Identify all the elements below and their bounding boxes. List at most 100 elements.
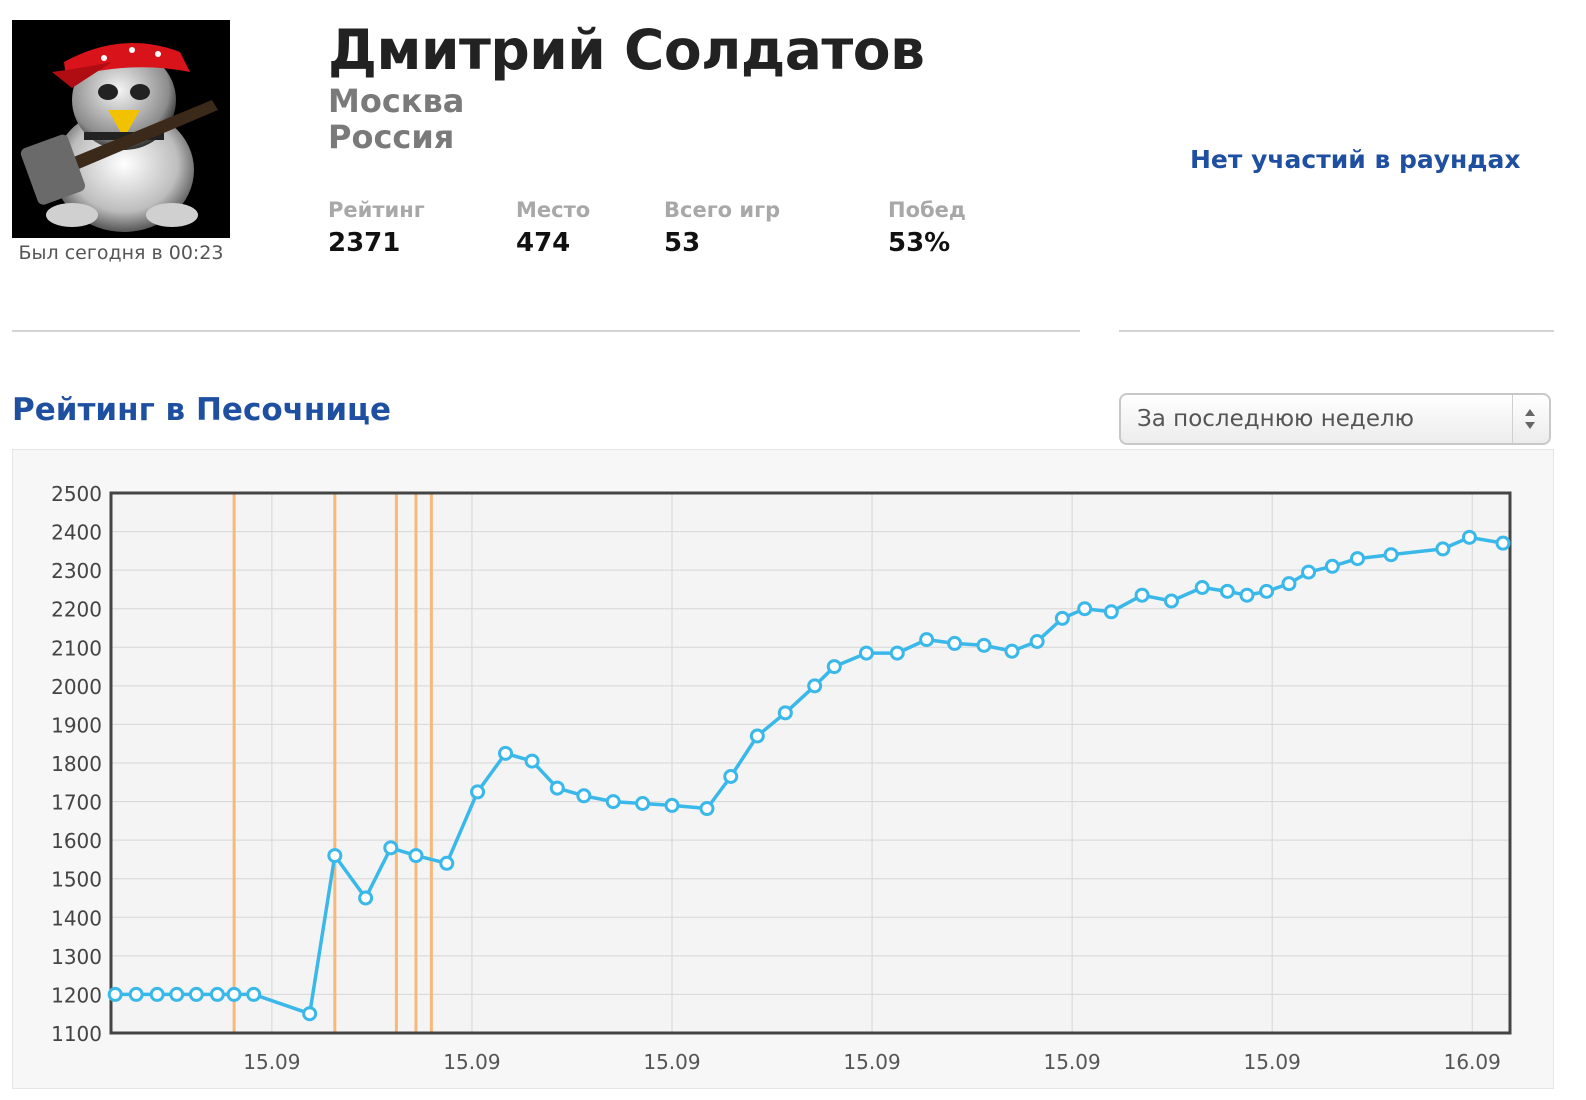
stat-value: 53%	[888, 228, 951, 258]
stat-value: 53	[664, 228, 701, 258]
data-point	[1004, 643, 1020, 659]
data-point	[408, 848, 424, 864]
data-point	[1077, 601, 1093, 617]
stat-value: 474	[516, 228, 571, 258]
x-tick-label: 15.09	[643, 1050, 700, 1074]
x-tick-label: 15.09	[843, 1050, 900, 1074]
select-arrows-icon	[1512, 395, 1549, 443]
data-point	[976, 637, 992, 653]
data-point	[128, 986, 144, 1002]
data-point	[149, 986, 165, 1002]
y-tick-label: 1500	[51, 868, 102, 892]
x-tick-label: 15.09	[443, 1050, 500, 1074]
data-point	[919, 632, 935, 648]
rating-chart: 1100 1200 1300 1400 1500 1600 1700 1800 1900 2000…	[51, 482, 1512, 1074]
avatar[interactable]	[12, 20, 230, 238]
data-point	[605, 794, 621, 810]
chart-panel: 1100 1200 1300 1400 1500 1600 1700 1800 1900 2000…	[12, 449, 1554, 1089]
data-point	[576, 788, 592, 804]
divider-left	[12, 330, 1080, 332]
stat-label: Место	[516, 198, 591, 222]
data-point	[1163, 593, 1179, 609]
data-point	[358, 890, 374, 906]
data-point	[723, 769, 739, 784]
data-point	[1194, 580, 1210, 595]
data-point	[169, 986, 185, 1002]
data-point	[858, 645, 874, 661]
x-tick-label: 15.09	[243, 1050, 300, 1074]
data-point	[699, 801, 715, 817]
period-select[interactable]: За последнюю неделю	[1119, 393, 1551, 445]
y-tick-label: 2400	[51, 521, 102, 545]
y-tick-label: 2500	[51, 482, 102, 506]
data-point	[1054, 610, 1070, 626]
x-tick-label: 15.09	[1043, 1050, 1100, 1074]
data-point	[1103, 604, 1119, 620]
stat-total-games: Всего игр 53	[664, 198, 780, 258]
y-tick-label: 1100	[51, 1022, 102, 1046]
data-point	[107, 986, 123, 1002]
data-point	[1301, 564, 1317, 580]
data-point	[498, 745, 514, 761]
y-tick-label: 1700	[51, 791, 102, 815]
user-name: Дмитрий Солдатов	[328, 18, 925, 82]
y-tick-label: 1800	[51, 752, 102, 776]
data-point	[226, 986, 242, 1002]
data-point	[889, 645, 905, 661]
stat-place: Место 474	[516, 198, 590, 258]
y-tick-label: 1600	[51, 829, 102, 853]
data-point	[549, 780, 565, 796]
y-tick-label: 2200	[51, 598, 102, 622]
stat-value: 2371	[328, 228, 401, 258]
x-tick-label: 15.09	[1244, 1050, 1301, 1074]
data-point	[664, 797, 680, 813]
y-tick-label: 2100	[51, 636, 102, 660]
chart-section-title: Рейтинг в Песочнице	[12, 392, 392, 428]
data-point	[1324, 558, 1340, 574]
data-point	[1383, 547, 1399, 563]
data-point	[947, 635, 963, 651]
data-point	[777, 705, 793, 721]
data-point	[246, 986, 262, 1002]
data-point	[1239, 587, 1255, 603]
data-point	[1350, 551, 1366, 567]
y-tick-label: 2000	[51, 675, 102, 699]
stat-wins: Побед 53%	[888, 198, 966, 258]
data-point	[524, 753, 540, 769]
y-tick-label: 1400	[51, 906, 102, 930]
data-point	[807, 678, 823, 694]
data-point	[635, 796, 651, 811]
y-tick-label: 1300	[51, 945, 102, 969]
data-point	[1495, 535, 1511, 551]
user-city: Москва	[328, 82, 465, 120]
user-country: Россия	[328, 118, 455, 156]
data-point	[383, 840, 399, 856]
data-point	[1435, 541, 1451, 557]
stat-label: Всего игр	[664, 198, 781, 222]
stat-label: Побед	[888, 198, 966, 222]
data-point	[470, 784, 486, 800]
y-tick-label: 2300	[51, 559, 102, 583]
data-point	[1029, 634, 1045, 649]
stat-rating: Рейтинг 2371	[328, 198, 425, 258]
x-tick-label: 16.09	[1444, 1050, 1501, 1074]
stat-label: Рейтинг	[328, 198, 425, 222]
data-point	[1219, 583, 1235, 599]
data-point	[302, 1006, 318, 1022]
data-point	[439, 855, 455, 871]
last-seen-text: Был сегодня в 00:23	[18, 242, 224, 264]
period-select-value: За последнюю неделю	[1137, 406, 1415, 432]
data-point	[327, 848, 343, 864]
data-point	[1134, 587, 1150, 603]
divider-right	[1119, 330, 1554, 332]
data-point	[1281, 576, 1297, 592]
no-rounds-text: Нет участий в раундах	[1190, 145, 1521, 174]
penguin-guitarist-icon	[12, 20, 230, 238]
y-tick-label: 1200	[51, 983, 102, 1007]
data-point	[209, 986, 225, 1002]
data-point	[826, 659, 842, 675]
data-point	[1461, 529, 1477, 545]
data-point	[1259, 583, 1275, 599]
data-point	[188, 986, 204, 1002]
data-point	[749, 728, 765, 744]
